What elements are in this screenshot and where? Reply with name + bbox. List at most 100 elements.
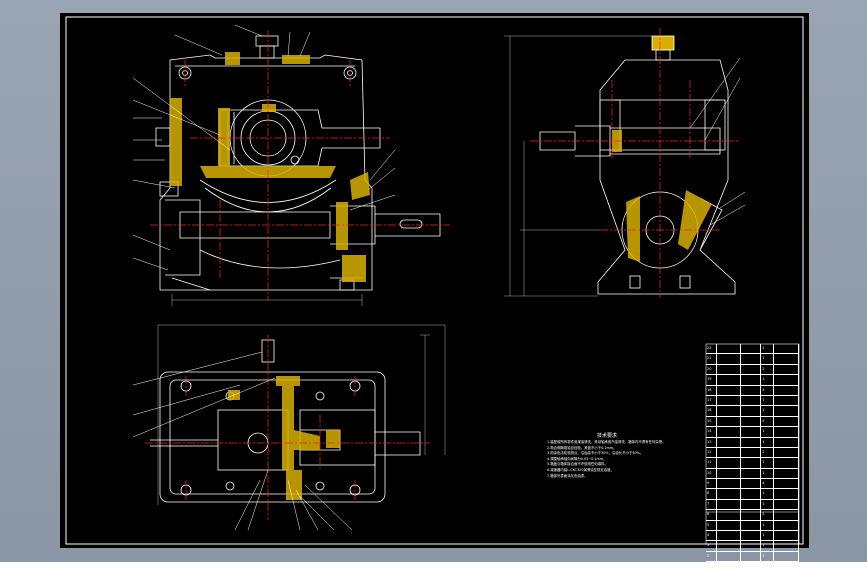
bom-cell bbox=[741, 395, 762, 406]
bom-cell bbox=[774, 531, 799, 541]
bom-cell: 4 bbox=[706, 531, 718, 541]
bom-row: 17 1 bbox=[706, 395, 799, 407]
bom-cell: 1 bbox=[761, 468, 775, 479]
bom-cell bbox=[717, 375, 742, 385]
bom-cell bbox=[774, 510, 799, 520]
bom-cell bbox=[717, 416, 742, 427]
bom-cell: 12 bbox=[706, 447, 718, 458]
bom-cell bbox=[741, 416, 762, 427]
bom-cell bbox=[717, 354, 742, 364]
bom-cell: 1 bbox=[706, 562, 718, 572]
bom-cell bbox=[774, 437, 799, 447]
bom-cell: 2 bbox=[761, 510, 775, 520]
bom-row: 22 1 bbox=[706, 344, 799, 355]
bom-cell: 1 bbox=[761, 437, 775, 447]
bom-cell bbox=[774, 489, 799, 499]
bom-cell: 1 bbox=[761, 499, 775, 510]
bom-cell bbox=[774, 551, 799, 562]
bom-cell bbox=[774, 385, 799, 395]
front-view-dimensions bbox=[171, 294, 363, 306]
note-line: 7.箱体外表面涂灰色油漆。 bbox=[547, 473, 588, 478]
bom-cell: 8 bbox=[706, 489, 718, 499]
bom-cell: 2 bbox=[706, 551, 718, 562]
bom-cell bbox=[741, 344, 762, 354]
bom-row: 62 bbox=[706, 510, 799, 521]
bom-cell bbox=[774, 406, 799, 416]
bom-cell bbox=[717, 541, 742, 551]
bom-cell bbox=[717, 395, 742, 406]
bom-row: 81 bbox=[706, 489, 799, 500]
bom-cell bbox=[741, 427, 762, 437]
bom-row: 19 1 bbox=[706, 375, 799, 386]
bom-cell bbox=[717, 406, 742, 416]
bom-cell bbox=[717, 344, 742, 354]
bom-cell: 1 bbox=[761, 406, 775, 416]
bom-cell bbox=[741, 364, 762, 375]
bom-cell bbox=[741, 468, 762, 479]
bom-cell: 19 bbox=[706, 375, 718, 385]
bom-cell: 1 bbox=[761, 395, 775, 406]
bom-cell: 1 bbox=[761, 551, 775, 562]
bom-cell bbox=[717, 447, 742, 458]
bom-cell bbox=[741, 354, 762, 364]
bom-cell bbox=[774, 364, 799, 375]
bom-cell bbox=[717, 468, 742, 479]
bom-cell bbox=[741, 562, 762, 572]
bom-cell bbox=[741, 406, 762, 416]
bom-cell bbox=[774, 427, 799, 437]
bom-cell: 4 bbox=[761, 479, 775, 489]
notes-title: 技术要求 bbox=[597, 433, 618, 439]
bom-cell: 14 bbox=[706, 427, 718, 437]
bom-cell: 1 bbox=[761, 427, 775, 437]
bom-cell: 5 bbox=[706, 520, 718, 531]
front-section-view bbox=[155, 35, 441, 291]
front-view-centerlines bbox=[150, 30, 450, 300]
bom-row: 14 1 bbox=[706, 427, 799, 438]
bom-cell: 22 bbox=[706, 344, 718, 354]
bom-cell bbox=[774, 416, 799, 427]
bom-cell: 10 bbox=[706, 468, 718, 479]
bom-cell bbox=[741, 489, 762, 499]
bom-cell bbox=[717, 437, 742, 447]
bom-cell: 17 bbox=[706, 395, 718, 406]
bom-cell: 6 bbox=[706, 510, 718, 520]
bom-cell bbox=[774, 395, 799, 406]
bom-cell: 15 bbox=[706, 416, 718, 427]
bom-row: 12 2 bbox=[706, 447, 799, 459]
bom-cell: 2 bbox=[761, 416, 775, 427]
bom-cell: 3 bbox=[706, 541, 718, 551]
bom-cell bbox=[774, 562, 799, 572]
bom-cell bbox=[741, 531, 762, 541]
bom-cell: 2 bbox=[761, 447, 775, 458]
bom-cell bbox=[774, 468, 799, 479]
bom-cell bbox=[717, 458, 742, 468]
bom-cell bbox=[717, 551, 742, 562]
bom-cell bbox=[774, 458, 799, 468]
bom-cell bbox=[741, 551, 762, 562]
bom-cell bbox=[717, 427, 742, 437]
bom-row: 51 bbox=[706, 520, 799, 532]
bom-cell: 13 bbox=[706, 437, 718, 447]
bom-cell bbox=[717, 489, 742, 499]
bom-cell bbox=[717, 562, 742, 572]
bom-cell bbox=[741, 447, 762, 458]
bom-row: 11 1 bbox=[706, 458, 799, 469]
bom-cell bbox=[774, 375, 799, 385]
bom-cell bbox=[717, 479, 742, 489]
technical-notes: 1.装配前所有零件用煤油清洗，滚动轴承用汽油清洗，箱体内不得有任何杂物。 2.啮合… bbox=[547, 440, 697, 479]
bom-cell: 9 bbox=[706, 479, 718, 489]
top-view-hatch bbox=[228, 376, 340, 500]
bom-cell bbox=[741, 520, 762, 531]
bom-row: 21 1 bbox=[706, 354, 799, 365]
cad-viewport[interactable]: 技术要求 1.装配前所有零件用煤油清洗，滚动轴承用汽油清洗，箱体内不得有任何杂物… bbox=[0, 0, 867, 573]
bom-cell bbox=[774, 520, 799, 531]
bom-cell: 21 bbox=[706, 354, 718, 364]
bom-cell bbox=[774, 499, 799, 510]
bom-cell: 16 bbox=[706, 406, 718, 416]
bom-cell bbox=[717, 531, 742, 541]
bom-row: 13 1 bbox=[706, 437, 799, 448]
bom-cell bbox=[717, 520, 742, 531]
bom-cell bbox=[741, 385, 762, 395]
bom-row: 16 1 bbox=[706, 406, 799, 417]
bom-cell bbox=[774, 447, 799, 458]
